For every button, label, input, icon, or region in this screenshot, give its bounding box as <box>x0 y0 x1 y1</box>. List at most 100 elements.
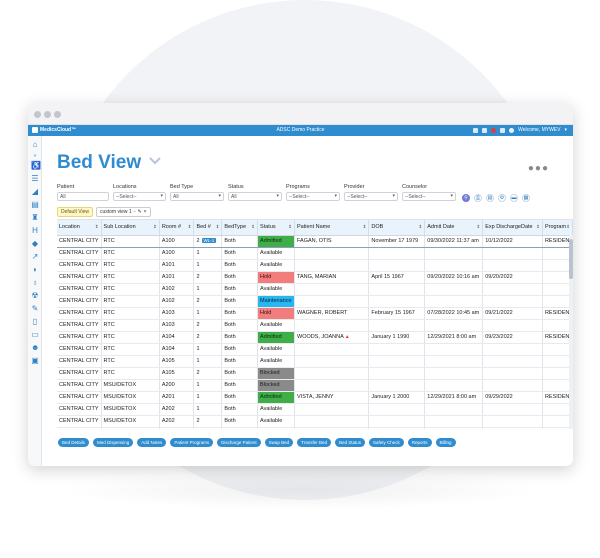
column-header[interactable]: Location ⇕ <box>57 220 102 236</box>
table-row[interactable]: CENTRAL CITY MSU/DETOX A200 1 Both Blocked <box>57 379 573 392</box>
column-header[interactable]: Status ⇕ <box>257 220 295 236</box>
cloud-icon[interactable] <box>482 127 488 133</box>
clipboard-icon[interactable]: ▯ <box>31 318 39 326</box>
action-button[interactable]: Bed Details <box>58 438 90 447</box>
column-header[interactable]: BedType ⇕ <box>221 220 259 236</box>
edit-icon[interactable]: ✎ <box>31 305 39 313</box>
grid-icon[interactable]: ▦ <box>522 194 530 202</box>
pill-icon[interactable]: ◗ <box>31 266 39 274</box>
hospital-icon[interactable]: H <box>31 227 39 235</box>
welcome-text[interactable]: Welcome, MYWEV <box>518 127 560 133</box>
user-tie-icon[interactable]: ♜ <box>31 214 39 222</box>
message-icon[interactable] <box>500 127 506 133</box>
provider-select[interactable]: --Select-- ▾ <box>344 192 398 201</box>
sort-icon[interactable]: ⇕ <box>216 224 220 230</box>
users-icon[interactable]: ☻ <box>31 344 39 352</box>
avatar[interactable] <box>509 127 515 133</box>
column-header[interactable]: Program ⇕ <box>542 220 573 236</box>
chevron-down-icon[interactable] <box>148 156 162 166</box>
column-header[interactable]: Room # ⇕ <box>159 220 195 236</box>
bed-type-select[interactable]: All ▾ <box>170 192 224 201</box>
patient-input[interactable]: All <box>57 192 109 201</box>
sort-icon[interactable]: ⇕ <box>153 224 157 230</box>
search-icon[interactable]: ⚲ <box>462 194 470 202</box>
window-dot-icon[interactable] <box>44 111 51 118</box>
action-button[interactable]: Swap Bed <box>264 438 294 447</box>
sort-icon[interactable]: ⇕ <box>476 224 480 230</box>
menu-icon[interactable] <box>473 127 479 133</box>
flask-icon[interactable]: ♁ <box>31 279 39 287</box>
document-icon[interactable]: ▭ <box>31 331 39 339</box>
report-icon[interactable]: ▣ <box>31 357 39 365</box>
sort-icon[interactable]: ⇕ <box>363 224 367 230</box>
counselor-select[interactable]: --Select-- ▾ <box>402 192 456 201</box>
column-header[interactable]: Sub Location ⇕ <box>101 220 160 236</box>
action-button[interactable]: Safety Check <box>369 438 404 447</box>
programs-select[interactable]: --Select-- ▾ <box>286 192 340 201</box>
table-row[interactable]: CENTRAL CITY RTC A103 2 Both Available <box>57 319 573 332</box>
action-button[interactable]: Transfer Bed <box>297 438 331 447</box>
table-row[interactable]: CENTRAL CITY RTC A101 1 Both Available <box>57 259 573 272</box>
ambulance-icon[interactable]: ◆ <box>31 240 39 248</box>
status-select[interactable]: All ▾ <box>228 192 282 201</box>
table-row[interactable]: CENTRAL CITY MSU/DETOX A202 2 Both Available <box>57 415 573 428</box>
more-options-icon[interactable]: ●●● <box>528 163 549 174</box>
column-header[interactable]: DOB ⇕ <box>368 220 426 236</box>
list-icon[interactable]: ☰ <box>31 175 39 183</box>
chevron-down-icon[interactable]: ▾ <box>564 127 567 133</box>
settings-icon[interactable]: ⚙ <box>498 194 506 202</box>
table-row[interactable]: CENTRAL CITY RTC A103 1 Both Hold WAGNER, ROBE… <box>57 307 573 320</box>
action-button[interactable]: Add Notes <box>137 438 167 447</box>
column-header[interactable]: Bed # ⇕ <box>193 220 223 236</box>
notification-icon[interactable] <box>491 127 497 133</box>
pdf-icon[interactable]: ▤ <box>486 194 494 202</box>
action-button[interactable]: Patient Programs <box>170 438 214 447</box>
table-row[interactable]: CENTRAL CITY RTC A105 1 Both Available <box>57 355 573 368</box>
action-button[interactable]: Reports <box>407 438 432 447</box>
table-row[interactable]: CENTRAL CITY RTC A105 2 Both Blocked <box>57 367 573 380</box>
action-button[interactable]: Discharge Patient <box>217 438 261 447</box>
locations-select[interactable]: --Select-- ▾ <box>113 192 166 201</box>
id-card-icon[interactable]: ▤ <box>31 201 39 209</box>
table-row[interactable]: CENTRAL CITY RTC A100 1 Both Available <box>57 247 573 260</box>
table-row[interactable]: CENTRAL CITYMSU/DETOXA2031BothAvailable <box>57 427 573 429</box>
table-row[interactable]: CENTRAL CITY RTC A104 1 Both Available <box>57 343 573 356</box>
sort-icon[interactable]: ⇕ <box>188 224 192 230</box>
edit-icon[interactable]: ✎ <box>137 209 141 215</box>
table-row[interactable]: CENTRAL CITY RTC A100 2 WL-1 Both Admitted FAGA… <box>57 234 573 248</box>
megaphone-icon[interactable]: ◢ <box>31 188 39 196</box>
close-icon[interactable]: × <box>144 209 147 215</box>
save-icon[interactable]: ▫ <box>134 209 136 215</box>
sort-icon[interactable]: ⇕ <box>251 224 255 230</box>
sort-icon[interactable]: ⇕ <box>566 224 570 230</box>
sort-icon[interactable]: ⇕ <box>288 224 292 230</box>
action-button[interactable]: Billing <box>435 438 456 447</box>
table-row[interactable]: CENTRAL CITY RTC A104 2 Both Admitted WOODS, J… <box>57 331 573 344</box>
table-row[interactable]: CENTRAL CITY RTC A102 1 Both Available <box>57 283 573 296</box>
window-dot-icon[interactable] <box>34 111 41 118</box>
column-header[interactable]: Patient Name ⇕ <box>294 220 370 236</box>
sort-icon[interactable]: ⇕ <box>536 224 540 230</box>
biohazard-icon[interactable]: ☢ <box>31 292 39 300</box>
sort-icon[interactable]: ⇕ <box>418 224 422 230</box>
default-view-button[interactable]: Default View <box>57 207 93 217</box>
scrollbar-thumb[interactable] <box>569 239 573 279</box>
print-icon[interactable]: ⎙ <box>474 194 482 202</box>
custom-view-button[interactable]: custom view 1 ▫ ✎ × <box>95 207 151 217</box>
bed-icon[interactable]: ▬ <box>510 194 518 202</box>
column-header[interactable]: Exp DischargeDate ⇕ <box>482 220 543 236</box>
syringe-icon[interactable]: ↗ <box>31 253 39 261</box>
sort-icon[interactable]: ⇕ <box>95 224 99 230</box>
table-row[interactable]: CENTRAL CITY MSU/DETOX A202 1 Both Available <box>57 403 573 416</box>
table-row[interactable]: CENTRAL CITY RTC A102 2 Both Maintenance <box>57 295 573 308</box>
window-dot-icon[interactable] <box>54 111 61 118</box>
expand-icon[interactable]: » <box>31 152 39 160</box>
table-row[interactable]: CENTRAL CITY RTC A101 2 Both Hold TANG, MARIAN… <box>57 271 573 284</box>
table-row[interactable]: CENTRAL CITY MSU/DETOX A201 1 Both Admitted VI… <box>57 391 573 404</box>
home-icon[interactable]: ⌂ <box>31 141 39 149</box>
action-button[interactable]: Bed Status <box>334 438 365 447</box>
accessibility-icon[interactable]: ♿ <box>31 162 41 170</box>
vertical-scrollbar[interactable] <box>569 235 573 429</box>
column-header[interactable]: Admit Date ⇕ <box>424 220 484 236</box>
action-button[interactable]: Med Dispensing <box>93 438 134 447</box>
